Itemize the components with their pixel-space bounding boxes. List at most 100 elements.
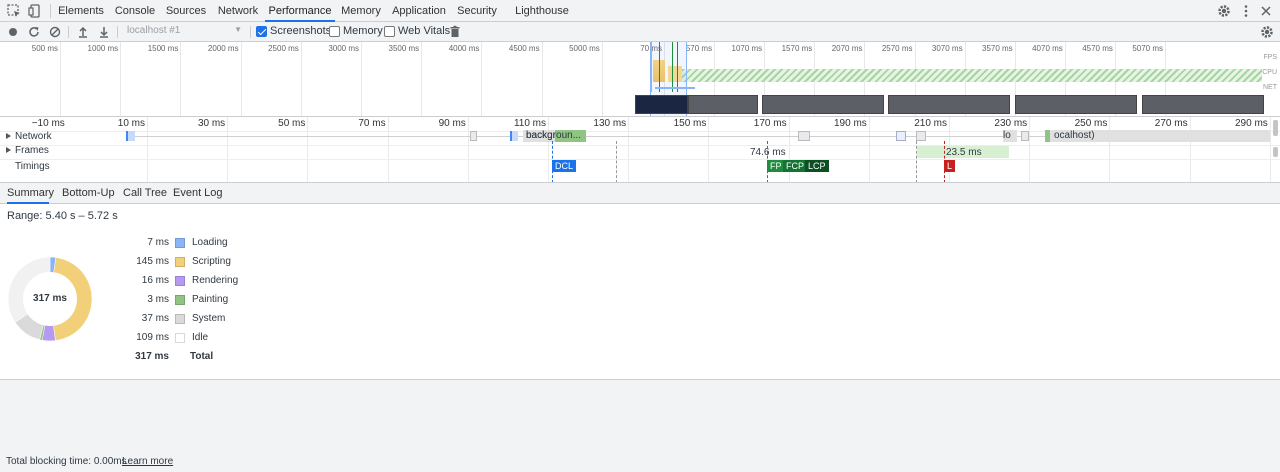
tab-summary[interactable]: Summary	[7, 183, 54, 204]
performance-toolbar: localhost #1 ▼ Screenshots Memory Web Vi…	[0, 22, 1280, 42]
devtools-tab-bar: Elements Console Sources Network Perform…	[0, 0, 1280, 22]
clear-icon[interactable]	[47, 24, 63, 40]
flame-tick-label: 10 ms	[117, 118, 145, 129]
flame-chart[interactable]: −10 ms 10 ms 30 ms 50 ms 70 ms 90 ms 110 ms 130…	[0, 117, 1280, 183]
flame-gridline	[1109, 117, 1111, 182]
screenshot-thumbnail[interactable]	[688, 95, 758, 114]
flame-gridline	[387, 117, 389, 182]
frame-duration: 23.5 ms	[946, 147, 982, 158]
memory-checkbox[interactable]	[329, 26, 340, 37]
capture-settings-gear-icon[interactable]	[1259, 24, 1275, 40]
screenshots-label: Screenshots	[270, 25, 332, 37]
overview-tick-label: 3000 ms	[328, 44, 359, 53]
legend-value: 3 ms	[147, 294, 169, 305]
overview-gridline	[240, 42, 242, 116]
tab-bottom-up[interactable]: Bottom-Up	[62, 183, 115, 204]
legend-label: Loading	[192, 237, 228, 248]
tab-application[interactable]: Application	[390, 0, 448, 22]
record-icon[interactable]	[5, 24, 21, 40]
vertical-scrollbar[interactable]	[1273, 147, 1278, 157]
network-request[interactable]	[798, 131, 810, 141]
summary-panel: Range: 5.40 s – 5.72 s 317 ms 7 ms Loadin…	[0, 204, 1280, 380]
tab-memory[interactable]: Memory	[338, 0, 384, 22]
status-footer: Total blocking time: 0.00ms Learn more	[0, 452, 1280, 472]
load-profile-icon[interactable]	[75, 24, 91, 40]
total-label: Total	[190, 351, 214, 362]
timings-row-label: Timings	[15, 161, 50, 172]
flame-tick-label: 230 ms	[994, 118, 1028, 129]
overview-tick-label: 5070 ms	[1132, 44, 1163, 53]
legend-value: 7 ms	[147, 237, 169, 248]
tab-performance[interactable]: Performance	[265, 0, 335, 22]
close-devtools-icon[interactable]	[1258, 3, 1274, 19]
flame-gridline	[147, 117, 148, 182]
tab-event-log[interactable]: Event Log	[173, 183, 223, 204]
device-toolbar-icon[interactable]	[27, 3, 43, 19]
flame-gridline	[1269, 117, 1271, 182]
tab-elements[interactable]: Elements	[55, 0, 107, 22]
timeline-overview[interactable]: 500 ms 1000 ms 1500 ms 2000 ms 2500 ms 3000 m…	[0, 42, 1280, 117]
more-options-icon[interactable]	[1238, 3, 1254, 19]
overview-gridline	[180, 42, 182, 116]
screenshot-thumbnail[interactable]	[635, 95, 688, 114]
tab-call-tree[interactable]: Call Tree	[123, 183, 167, 204]
network-request[interactable]	[1021, 131, 1029, 141]
screenshot-thumbnail[interactable]	[762, 95, 884, 114]
legend-swatch	[175, 295, 185, 305]
network-request[interactable]	[896, 131, 906, 141]
expand-triangle-icon	[6, 147, 11, 154]
fp-marker[interactable]: FP	[767, 160, 785, 172]
reload-record-icon[interactable]	[26, 24, 42, 40]
flame-tick-label: 110 ms	[513, 118, 546, 129]
screenshot-thumbnail[interactable]	[1015, 95, 1137, 114]
screenshots-checkbox[interactable]	[256, 26, 267, 37]
screenshot-thumbnail[interactable]	[888, 95, 1010, 114]
network-request[interactable]	[916, 131, 926, 141]
flame-gridline	[708, 117, 710, 182]
flame-gridline	[868, 117, 870, 182]
load-marker[interactable]: L	[944, 160, 956, 172]
frames-row-label[interactable]: Frames	[6, 145, 49, 156]
fcp-marker[interactable]: FCP	[783, 160, 807, 172]
total-value: 317 ms	[135, 351, 169, 362]
webvitals-checkbox[interactable]	[384, 26, 395, 37]
flame-tick-label: 90 ms	[438, 118, 466, 129]
screenshot-thumbnail[interactable]	[1142, 95, 1264, 114]
tab-network[interactable]: Network	[214, 0, 262, 22]
inspect-element-icon[interactable]	[6, 3, 22, 19]
legend-label: System	[192, 313, 226, 324]
learn-more-link[interactable]: Learn more	[122, 456, 173, 467]
chevron-down-icon: ▼	[234, 25, 242, 34]
overview-gridline	[120, 42, 122, 116]
network-request[interactable]: ocalhost)	[1050, 130, 1270, 142]
flame-tick-label: 130 ms	[593, 118, 627, 129]
network-row-label[interactable]: Network	[6, 131, 52, 142]
tab-lighthouse[interactable]: Lighthouse	[515, 0, 569, 22]
tab-console[interactable]: Console	[112, 0, 158, 22]
overview-gridline	[60, 42, 61, 116]
legend-label: Idle	[192, 332, 209, 343]
vertical-scrollbar[interactable]	[1273, 120, 1278, 136]
profile-select-value: localhost #1	[127, 25, 181, 36]
lcp-marker[interactable]: LCP	[805, 160, 829, 172]
network-request[interactable]	[510, 131, 518, 141]
tab-sources[interactable]: Sources	[163, 0, 209, 22]
flame-gridline	[548, 117, 549, 182]
tab-security[interactable]: Security	[455, 0, 499, 22]
overview-tick-label: 4000 ms	[448, 44, 480, 53]
flame-tick-label: 250 ms	[1074, 118, 1108, 129]
flame-gridline	[307, 117, 309, 182]
garbage-collect-icon[interactable]	[447, 24, 463, 40]
dcl-marker[interactable]: DCL	[552, 160, 577, 172]
network-request[interactable]: lo	[1003, 130, 1017, 142]
settings-gear-icon[interactable]	[1216, 3, 1232, 19]
network-request[interactable]	[470, 131, 477, 141]
overview-tick-label: 4500 ms	[508, 44, 540, 53]
range-text: Range: 5.40 s – 5.72 s	[7, 210, 118, 222]
cpu-track-label: CPU	[1262, 69, 1277, 76]
profile-select[interactable]: localhost #1 ▼	[124, 24, 246, 39]
overview-gridline	[361, 42, 362, 116]
save-profile-icon[interactable]	[96, 24, 112, 40]
flame-gridline	[1029, 117, 1031, 182]
network-request[interactable]	[126, 131, 135, 141]
